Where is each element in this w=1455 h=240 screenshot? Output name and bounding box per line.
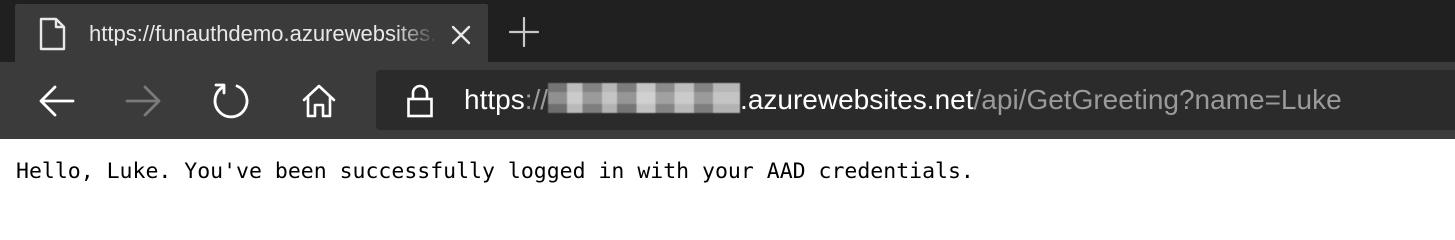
plus-icon[interactable]	[506, 14, 542, 50]
page-icon	[37, 17, 67, 51]
arrow-right-icon[interactable]	[122, 80, 164, 122]
lock-icon[interactable]	[406, 84, 434, 118]
url-scheme: https	[464, 84, 525, 115]
greeting-message: Hello, Luke. You've been successfully lo…	[16, 159, 974, 184]
navigation-bar: https:// .azurewebsites.net/api/GetGreeti…	[0, 62, 1455, 139]
refresh-icon[interactable]	[210, 80, 252, 122]
browser-window: https://funauthdemo.azurewebsites.net/ap…	[0, 0, 1455, 230]
arrow-left-icon[interactable]	[36, 80, 78, 122]
home-icon[interactable]	[298, 80, 340, 122]
url-path: /api/GetGreeting?name=Luke	[973, 84, 1342, 115]
url-text[interactable]: https:// .azurewebsites.net/api/GetGreeti…	[464, 70, 1342, 130]
url-separator: ://	[524, 84, 549, 115]
tab-title: https://funauthdemo.azurewebsites.net/ap…	[89, 21, 437, 46]
redacted-subdomain	[548, 83, 741, 113]
address-bar[interactable]: https:// .azurewebsites.net/api/GetGreeti…	[376, 70, 1455, 130]
tab-strip: https://funauthdemo.azurewebsites.net/ap…	[0, 0, 1455, 62]
page-content: Hello, Luke. You've been successfully lo…	[0, 139, 1455, 230]
url-domain: .azurewebsites.net	[740, 84, 974, 115]
close-icon[interactable]	[449, 23, 473, 47]
active-tab[interactable]: https://funauthdemo.azurewebsites.net/ap…	[15, 4, 488, 62]
